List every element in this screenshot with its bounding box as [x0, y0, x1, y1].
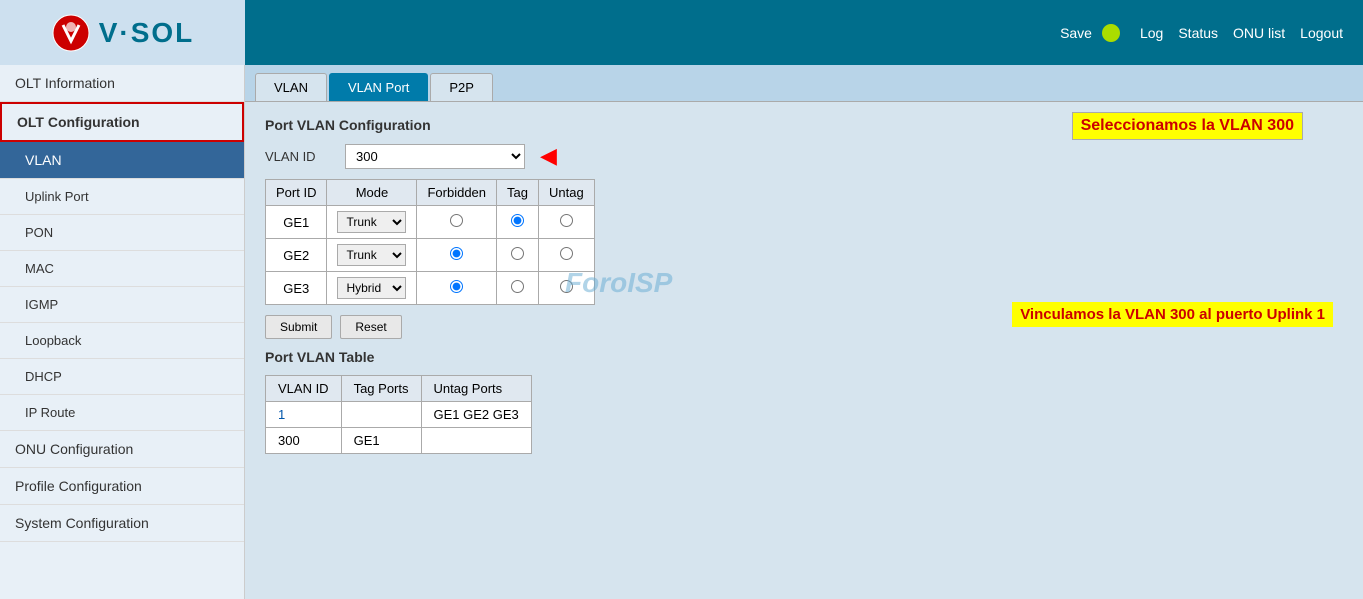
submit-button[interactable]: Submit [265, 315, 332, 339]
tab-bar: VLAN VLAN Port P2P [245, 65, 1363, 102]
sidebar-item-uplink-port[interactable]: Uplink Port [0, 179, 244, 215]
radio-forbidden-ge3[interactable] [450, 280, 463, 293]
reset-button[interactable]: Reset [340, 315, 401, 339]
pvt-untag-1: GE1 GE2 GE3 [421, 402, 531, 428]
radio-untag-ge2[interactable] [560, 247, 573, 260]
tag-ge1 [497, 206, 539, 239]
forbidden-ge2 [417, 239, 497, 272]
form-area: Seleccionamos la VLAN 300 Port VLAN Conf… [245, 102, 1363, 469]
header-nav: Log Status ONU list Logout [1140, 25, 1343, 41]
col-port-id: Port ID [266, 180, 327, 206]
header: V·SOL Save Log Status ONU list Logout [0, 0, 1363, 65]
vlan-id-label: VLAN ID [265, 149, 335, 164]
untag-ge1 [538, 206, 594, 239]
mode-ge2: TrunkHybridAccess [327, 239, 417, 272]
radio-tag-ge3[interactable] [511, 280, 524, 293]
mode-select-ge1[interactable]: TrunkHybridAccess [337, 211, 406, 233]
untag-ge2 [538, 239, 594, 272]
port-ge1: GE1 [266, 206, 327, 239]
pvt-untag-300 [421, 428, 531, 454]
col-untag: Untag [538, 180, 594, 206]
tab-vlan[interactable]: VLAN [255, 73, 327, 101]
radio-tag-ge2[interactable] [511, 247, 524, 260]
radio-forbidden-ge2[interactable] [450, 247, 463, 260]
tag-ge2 [497, 239, 539, 272]
tab-vlan-port[interactable]: VLAN Port [329, 73, 428, 101]
sidebar: OLT Information OLT Configuration VLAN U… [0, 65, 245, 599]
sidebar-item-pon[interactable]: PON [0, 215, 244, 251]
vlan-id-row: VLAN ID 300 1 ◀ [265, 143, 1343, 169]
port-vlan-table-title: Port VLAN Table [265, 349, 1343, 365]
sidebar-item-olt-information[interactable]: OLT Information [0, 65, 244, 102]
mode-ge3: TrunkHybridAccess [327, 272, 417, 305]
header-right: Save Log Status ONU list Logout [1060, 24, 1343, 42]
sidebar-item-ip-route[interactable]: IP Route [0, 395, 244, 431]
sidebar-item-mac[interactable]: MAC [0, 251, 244, 287]
port-ge3: GE3 [266, 272, 327, 305]
onu-list-link[interactable]: ONU list [1233, 25, 1285, 41]
sidebar-item-olt-configuration[interactable]: OLT Configuration [0, 102, 244, 142]
table-row: GE1 TrunkHybridAccess [266, 206, 595, 239]
col-tag: Tag [497, 180, 539, 206]
radio-forbidden-ge1[interactable] [450, 214, 463, 227]
log-link[interactable]: Log [1140, 25, 1163, 41]
sidebar-item-dhcp[interactable]: DHCP [0, 359, 244, 395]
mode-ge1: TrunkHybridAccess [327, 206, 417, 239]
annotation-vlan-300: Seleccionamos la VLAN 300 [1072, 112, 1303, 140]
forbidden-ge3 [417, 272, 497, 305]
logout-link[interactable]: Logout [1300, 25, 1343, 41]
sidebar-item-onu-configuration[interactable]: ONU Configuration [0, 431, 244, 468]
arrow-to-select: ◀ [540, 143, 557, 169]
tag-ge3 [497, 272, 539, 305]
radio-untag-ge3[interactable] [560, 280, 573, 293]
table-row: GE2 TrunkHybridAccess [266, 239, 595, 272]
status-indicator [1102, 24, 1120, 42]
pvt-col-tag-ports: Tag Ports [341, 376, 421, 402]
untag-ge3 [538, 272, 594, 305]
pvt-tag-1 [341, 402, 421, 428]
pvt-vlan-id-300: 300 [266, 428, 342, 454]
sidebar-item-loopback[interactable]: Loopback [0, 323, 244, 359]
sidebar-item-igmp[interactable]: IGMP [0, 287, 244, 323]
content-area: VLAN VLAN Port P2P Seleccionamos la VLAN… [245, 65, 1363, 599]
logo-text: V·SOL [99, 17, 195, 49]
col-mode: Mode [327, 180, 417, 206]
sidebar-item-vlan[interactable]: VLAN [0, 142, 244, 179]
pvt-vlan-id-1: 1 [266, 402, 342, 428]
radio-untag-ge1[interactable] [560, 214, 573, 227]
save-button[interactable]: Save [1060, 25, 1092, 41]
table-row: 300 GE1 [266, 428, 532, 454]
status-link[interactable]: Status [1178, 25, 1218, 41]
mode-select-ge2[interactable]: TrunkHybridAccess [337, 244, 406, 266]
pvt-col-untag-ports: Untag Ports [421, 376, 531, 402]
main-layout: OLT Information OLT Configuration VLAN U… [0, 65, 1363, 599]
mode-select-ge3[interactable]: TrunkHybridAccess [337, 277, 406, 299]
port-vlan-table: VLAN ID Tag Ports Untag Ports 1 GE1 GE2 … [265, 375, 532, 454]
forbidden-ge1 [417, 206, 497, 239]
table-row: 1 GE1 GE2 GE3 [266, 402, 532, 428]
vlan-id-select[interactable]: 300 1 [345, 144, 525, 169]
pvt-col-vlan-id: VLAN ID [266, 376, 342, 402]
tab-p2p[interactable]: P2P [430, 73, 493, 101]
port-config-table: Port ID Mode Forbidden Tag Untag GE1 Tru… [265, 179, 595, 305]
vsol-logo-icon [51, 13, 91, 53]
radio-tag-ge1[interactable] [511, 214, 524, 227]
pvt-tag-300: GE1 [341, 428, 421, 454]
sidebar-item-system-configuration[interactable]: System Configuration [0, 505, 244, 542]
save-area: Save [1060, 24, 1120, 42]
annotation-uplink: Vinculamos la VLAN 300 al puerto Uplink … [1012, 302, 1333, 327]
logo-area: V·SOL [0, 0, 245, 65]
table-row: GE3 TrunkHybridAccess [266, 272, 595, 305]
port-ge2: GE2 [266, 239, 327, 272]
col-forbidden: Forbidden [417, 180, 497, 206]
sidebar-item-profile-configuration[interactable]: Profile Configuration [0, 468, 244, 505]
